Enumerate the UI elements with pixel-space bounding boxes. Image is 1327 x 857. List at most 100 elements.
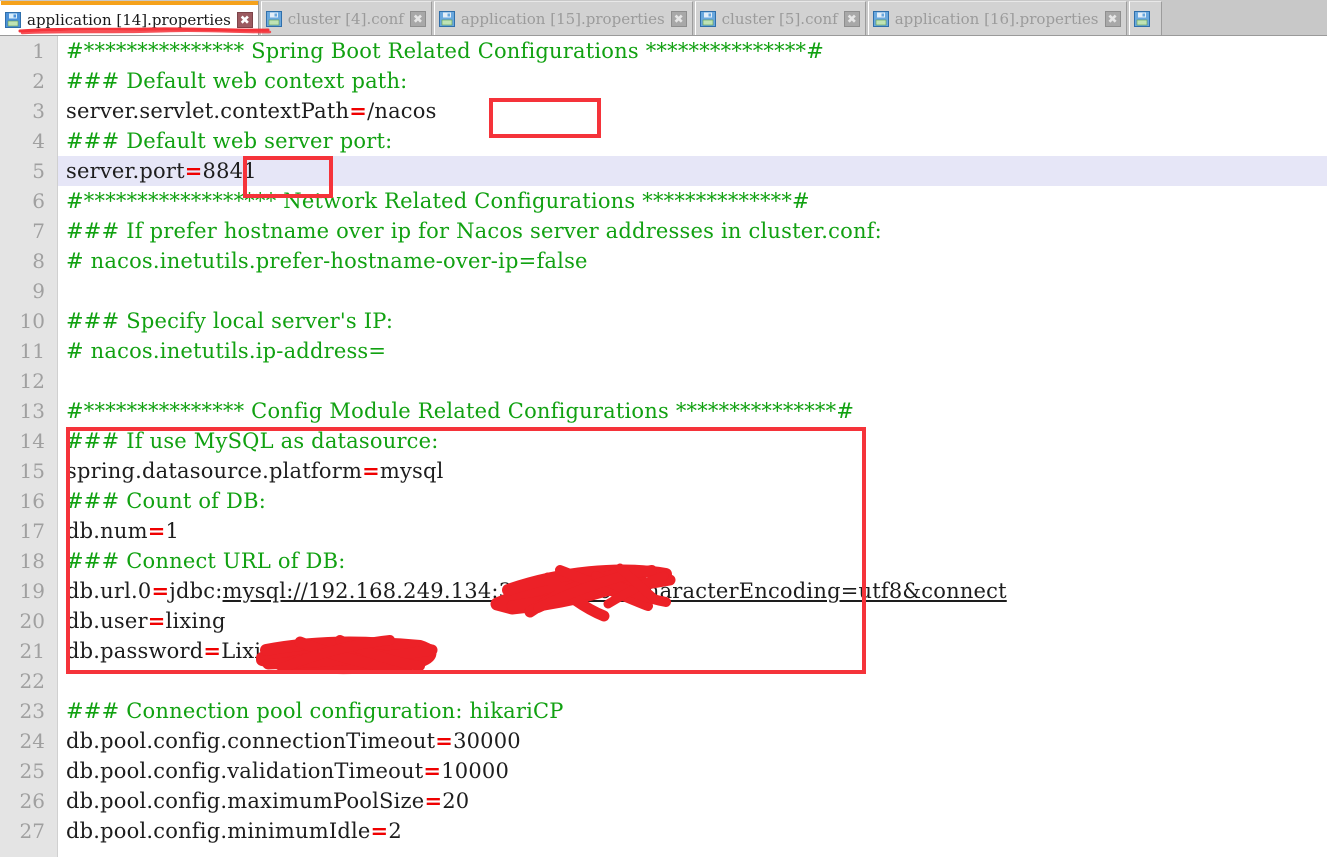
code-token: ### Specify local server's IP: xyxy=(66,309,394,333)
editor-tab[interactable]: cluster [4].conf ✖ xyxy=(260,1,432,35)
code-line[interactable]: 27 db.pool.config.minimumIdle=2 xyxy=(0,816,1327,846)
code-line-text: db.password=Lixing@nacos123 xyxy=(66,636,413,666)
code-token: # nacos.inetutils.prefer-hostname-over-i… xyxy=(66,249,588,273)
code-line[interactable]: 12 xyxy=(0,366,1327,396)
code-line[interactable]: 24 db.pool.config.connectionTimeout=30000 xyxy=(0,726,1327,756)
editor-tab[interactable]: application [15].properties ✖ xyxy=(433,1,693,35)
floppy-disk-icon xyxy=(699,10,716,27)
code-token: = xyxy=(203,638,222,663)
code-token: ### Connect URL of DB: xyxy=(66,549,346,573)
code-line-text: #****************** Network Related Conf… xyxy=(66,186,810,216)
code-line[interactable]: 7 ### If prefer hostname over ip for Naco… xyxy=(0,216,1327,246)
code-line[interactable]: 20 db.user=lixing xyxy=(0,606,1327,636)
code-line-text: # nacos.inetutils.ip-address= xyxy=(66,336,386,366)
code-line-text: db.num=1 xyxy=(66,516,179,546)
code-token: Lixing@nacos123 xyxy=(221,639,413,663)
code-token: lixing xyxy=(165,609,226,633)
close-icon[interactable]: ✖ xyxy=(1104,10,1121,27)
code-line[interactable]: 9 xyxy=(0,276,1327,306)
code-token: 1 xyxy=(165,519,180,543)
editor-tab[interactable]: cluster [5].conf ✖ xyxy=(694,1,866,35)
code-token: db.user xyxy=(66,609,148,633)
code-token: = xyxy=(349,98,368,123)
code-token: = xyxy=(151,578,170,603)
editor-tab[interactable]: application [16].properties ✖ xyxy=(867,1,1127,35)
close-icon[interactable]: ✖ xyxy=(843,10,860,27)
code-line[interactable]: 23 ### Connection pool configuration: hik… xyxy=(0,696,1327,726)
code-token: #*************** Config Module Related C… xyxy=(66,399,855,423)
editor-tab-label: application [14].properties xyxy=(27,11,231,29)
code-line-text: ### If prefer hostname over ip for Nacos… xyxy=(66,216,882,246)
line-number: 21 xyxy=(19,639,45,663)
close-icon[interactable]: ✖ xyxy=(670,10,687,27)
line-number: 17 xyxy=(19,519,45,543)
editor-pane[interactable]: 1 #*************** Spring Boot Related Co… xyxy=(0,36,1327,857)
code-line[interactable]: 5 server.port=8841 xyxy=(0,156,1327,186)
code-line-text: db.pool.config.minimumIdle=2 xyxy=(66,816,402,846)
editor-tab-bar[interactable]: application [14].properties ✖ cluster [4].… xyxy=(0,0,1327,36)
editor-tab-label: application [16].properties xyxy=(894,9,1099,28)
line-number: 20 xyxy=(19,609,45,633)
floppy-disk-icon xyxy=(5,12,21,28)
code-area[interactable]: 1 #*************** Spring Boot Related Co… xyxy=(0,36,1327,857)
line-number: 23 xyxy=(19,699,45,723)
code-line[interactable]: 8 # nacos.inetutils.prefer-hostname-over-… xyxy=(0,246,1327,276)
code-line-text: ### Default web context path: xyxy=(66,66,407,96)
line-number: 7 xyxy=(32,219,45,243)
code-line[interactable]: 11 # nacos.inetutils.ip-address= xyxy=(0,336,1327,366)
code-token: 30000 xyxy=(453,729,521,753)
code-line[interactable]: 25 db.pool.config.validationTimeout=10000 xyxy=(0,756,1327,786)
code-line[interactable]: 16 ### Count of DB: xyxy=(0,486,1327,516)
code-line[interactable]: 15 spring.datasource.platform=mysql xyxy=(0,456,1327,486)
floppy-disk-icon xyxy=(1133,10,1150,27)
code-line[interactable]: 10 ### Specify local server's IP: xyxy=(0,306,1327,336)
code-token[interactable]: mysql://192.168.249.134:3306/nacos?chara… xyxy=(223,579,1007,603)
code-token: ### If prefer hostname over ip for Nacos… xyxy=(66,219,882,243)
code-token: = xyxy=(147,518,166,543)
code-line[interactable]: 13 #*************** Config Module Related… xyxy=(0,396,1327,426)
line-number: 5 xyxy=(32,159,45,183)
code-line[interactable]: 21 db.password=Lixing@nacos123 xyxy=(0,636,1327,666)
line-number: 3 xyxy=(32,99,45,123)
code-token: ### Connection pool configuration: hikar… xyxy=(66,699,564,723)
code-line[interactable]: 22 xyxy=(0,666,1327,696)
line-number: 25 xyxy=(19,759,45,783)
code-line[interactable]: 4 ### Default web server port: xyxy=(0,126,1327,156)
code-token: jdbc: xyxy=(169,579,223,603)
line-number: 2 xyxy=(32,69,45,93)
editor-tab-label: cluster [4].conf xyxy=(287,9,404,28)
code-line[interactable]: 1 #*************** Spring Boot Related Co… xyxy=(0,36,1327,66)
line-number: 15 xyxy=(19,459,45,483)
code-token: server.servlet.contextPath xyxy=(66,99,350,123)
editor-tab[interactable]: application [14].properties ✖ xyxy=(0,1,259,35)
code-line[interactable]: 18 ### Connect URL of DB: xyxy=(0,546,1327,576)
code-token: = xyxy=(184,158,203,183)
code-token: db.url.0 xyxy=(66,579,152,603)
line-number: 22 xyxy=(19,669,45,693)
code-line[interactable]: 2 ### Default web context path: xyxy=(0,66,1327,96)
code-token: db.num xyxy=(66,519,148,543)
code-token: /nacos xyxy=(367,99,437,123)
code-token: = xyxy=(147,608,166,633)
code-line-text: server.servlet.contextPath=/nacos xyxy=(66,96,437,126)
code-line-text: spring.datasource.platform=mysql xyxy=(66,456,444,486)
code-line[interactable]: 26 db.pool.config.maximumPoolSize=20 xyxy=(0,786,1327,816)
code-token: db.pool.config.maximumPoolSize xyxy=(66,789,425,813)
code-token: # nacos.inetutils.ip-address= xyxy=(66,339,387,363)
code-token: db.password xyxy=(66,639,204,663)
code-line[interactable]: 17 db.num=1 xyxy=(0,516,1327,546)
line-number: 9 xyxy=(32,279,45,303)
close-icon[interactable]: ✖ xyxy=(236,12,253,28)
code-token: ### Default web server port: xyxy=(66,129,393,153)
close-icon[interactable]: ✖ xyxy=(409,10,426,27)
editor-tab-label: cluster [5].conf xyxy=(721,9,838,28)
code-line[interactable]: 6 #****************** Network Related Con… xyxy=(0,186,1327,216)
editor-tab-label: application [15].properties xyxy=(460,9,665,28)
code-line[interactable]: 19 db.url.0=jdbc:mysql://192.168.249.134:… xyxy=(0,576,1327,606)
code-line[interactable]: 3 server.servlet.contextPath=/nacos xyxy=(0,96,1327,126)
code-line[interactable]: 14 ### If use MySQL as datasource: xyxy=(0,426,1327,456)
code-line-text: ### Count of DB: xyxy=(66,486,266,516)
line-number: 14 xyxy=(19,429,45,453)
code-token: db.pool.config.minimumIdle xyxy=(66,819,371,843)
editor-tab[interactable] xyxy=(1128,1,1162,35)
